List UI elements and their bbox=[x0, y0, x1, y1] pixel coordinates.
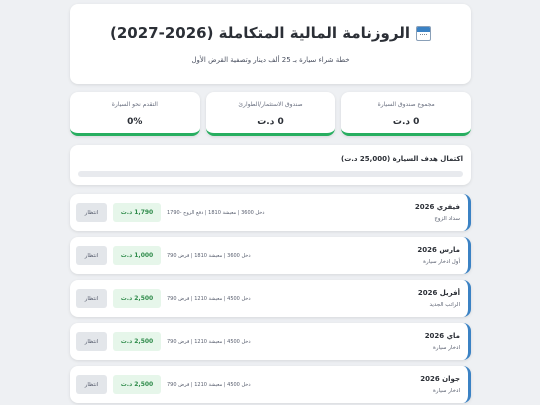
page-title-text: الروزنامة المالية المتكاملة (2026-2027) bbox=[110, 24, 410, 42]
month-row: جوان 2026 ادخار سيارة دخل 4500 | معيشة 1… bbox=[70, 366, 471, 403]
page-title: الروزنامة المالية المتكاملة (2026-2027) bbox=[70, 24, 471, 42]
month-name: أفريل 2026 bbox=[417, 289, 460, 297]
stat-value: 0 د.ت bbox=[257, 117, 284, 127]
month-note: سداد الزوج bbox=[434, 216, 460, 222]
car-goal-progress-bar bbox=[78, 171, 463, 177]
stat-label: التقدم نحو السيارة bbox=[111, 101, 158, 108]
month-detail: دخل 4500 | معيشة 1210 | قرض 790 bbox=[167, 295, 251, 302]
month-detail: دخل 4500 | معيشة 1210 | قرض 790 bbox=[167, 338, 251, 345]
month-note: أول ادخار سيارة bbox=[423, 259, 460, 265]
month-detail: دخل 4500 | معيشة 1210 | قرض 790 bbox=[167, 381, 251, 388]
month-row: مارس 2026 أول ادخار سيارة دخل 3600 | معي… bbox=[70, 237, 471, 274]
month-info: مارس 2026 أول ادخار سيارة bbox=[402, 246, 460, 265]
month-note: ادخار سيارة bbox=[433, 388, 460, 394]
stat-value: 0% bbox=[127, 117, 143, 127]
page-container: الروزنامة المالية المتكاملة (2026-2027) … bbox=[69, 4, 471, 405]
month-info: ماي 2026 ادخار سيارة bbox=[402, 332, 460, 351]
stat-value: 0 د.ت bbox=[392, 117, 420, 127]
months-list: فيفري 2026 سداد الزوج دخل 3600 | معيشة 1… bbox=[70, 194, 471, 403]
month-detail: دخل 3600 | معيشة 1810 | دفع الزوج -1790 bbox=[167, 209, 265, 216]
month-info: أفريل 2026 الراتب الجديد bbox=[402, 289, 460, 308]
month-note: الراتب الجديد bbox=[429, 302, 460, 308]
month-amount-badge: 2,500 د.ت bbox=[113, 375, 161, 394]
month-name: فيفري 2026 bbox=[414, 203, 460, 211]
stat-investment-fund: صندوق الاستثمار/الطوارئ 0 د.ت bbox=[205, 92, 336, 136]
wait-button[interactable]: انتظار bbox=[76, 289, 107, 308]
month-detail: دخل 3600 | معيشة 1810 | قرض 790 bbox=[167, 252, 251, 259]
wait-button[interactable]: انتظار bbox=[76, 332, 107, 351]
month-info: فيفري 2026 سداد الزوج bbox=[402, 203, 460, 222]
month-info: جوان 2026 ادخار سيارة bbox=[402, 375, 460, 394]
stat-label: صندوق الاستثمار/الطوارئ bbox=[238, 101, 303, 108]
month-amount-badge: 1,790 د.ت bbox=[113, 203, 161, 222]
month-amount-badge: 1,000 د.ت bbox=[113, 246, 161, 265]
wait-button[interactable]: انتظار bbox=[76, 246, 107, 265]
month-name: ماي 2026 bbox=[424, 332, 460, 340]
month-amount-badge: 2,500 د.ت bbox=[113, 289, 161, 308]
month-row: أفريل 2026 الراتب الجديد دخل 4500 | معيش… bbox=[70, 280, 471, 317]
stats-row: مجموع صندوق السيارة 0 د.ت صندوق الاستثما… bbox=[69, 92, 471, 136]
stat-car-progress: التقدم نحو السيارة 0% bbox=[69, 92, 200, 136]
month-name: جوان 2026 bbox=[420, 375, 460, 383]
month-row: فيفري 2026 سداد الزوج دخل 3600 | معيشة 1… bbox=[70, 194, 471, 231]
wait-button[interactable]: انتظار bbox=[76, 203, 107, 222]
car-goal-label: اكتمال هدف السيارة (25,000 د.ت) bbox=[341, 155, 463, 163]
wait-button[interactable]: انتظار bbox=[76, 375, 107, 394]
month-row: ماي 2026 ادخار سيارة دخل 4500 | معيشة 12… bbox=[70, 323, 471, 360]
month-note: ادخار سيارة bbox=[433, 345, 460, 351]
stat-label: مجموع صندوق السيارة bbox=[377, 101, 435, 108]
month-name: مارس 2026 bbox=[417, 246, 460, 254]
month-amount-badge: 2,500 د.ت bbox=[113, 332, 161, 351]
header-card: الروزنامة المالية المتكاملة (2026-2027) … bbox=[70, 4, 471, 84]
calendar-icon bbox=[415, 25, 431, 41]
car-goal-progress-card: اكتمال هدف السيارة (25,000 د.ت) bbox=[70, 145, 471, 185]
stat-car-fund: مجموع صندوق السيارة 0 د.ت bbox=[341, 92, 471, 136]
page-subtitle: خطة شراء سيارة بـ 25 ألف دينار وتصفية ال… bbox=[191, 56, 350, 64]
